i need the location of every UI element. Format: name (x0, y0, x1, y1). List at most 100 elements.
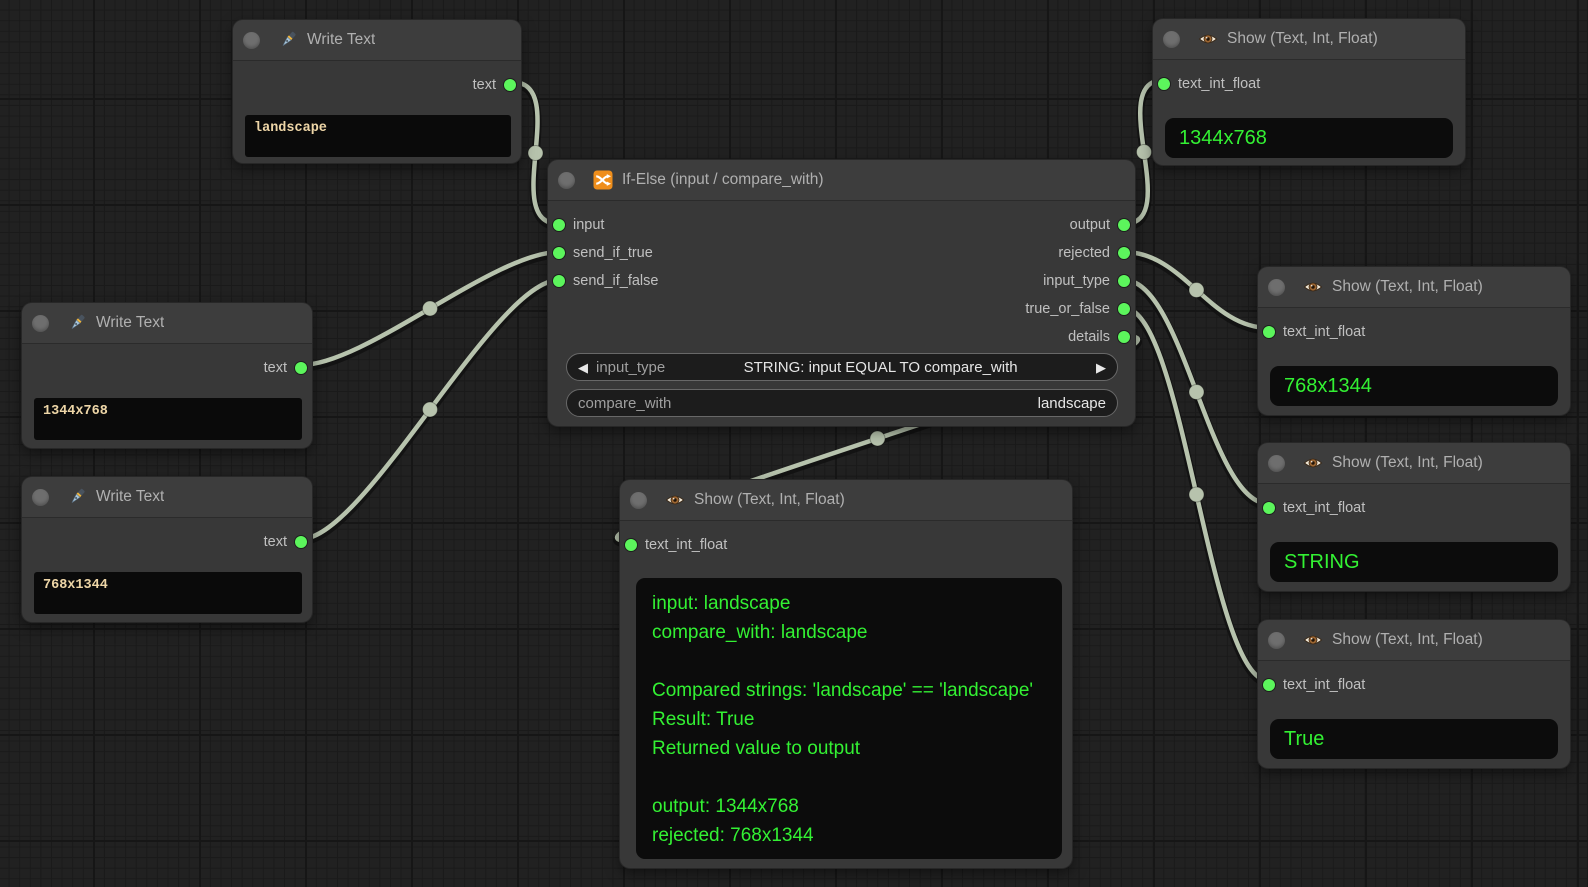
output-slot-true-or-false[interactable] (1118, 303, 1130, 315)
show-details-display: input: landscape compare_with: landscape… (636, 578, 1062, 859)
input-slot-text-int-float[interactable] (1158, 78, 1170, 90)
collapse-dot[interactable] (1268, 279, 1285, 296)
wire-midpoint-dot[interactable] (1189, 283, 1204, 298)
input-row: text_int_float (1258, 671, 1570, 699)
node-write-text-1[interactable]: Write Text text landscape (233, 20, 521, 163)
node-title: Write Text (96, 314, 164, 332)
collapse-dot[interactable] (243, 32, 260, 49)
eye-icon (1303, 630, 1323, 650)
compare-with-text-widget[interactable]: compare_with landscape (566, 389, 1118, 417)
input-slot-label: send_if_false (573, 273, 658, 289)
input-slot-text-int-float[interactable] (1263, 502, 1275, 514)
node-show-top-right[interactable]: Show (Text, Int, Float) text_int_float 1… (1153, 19, 1465, 165)
input-slot-text-int-float[interactable] (625, 539, 637, 551)
output-slot-label: input_type (1043, 273, 1110, 289)
text-value-input[interactable]: 768x1344 (34, 572, 302, 614)
combo-value: STRING: input EQUAL TO compare_with (673, 359, 1088, 376)
collapse-dot[interactable] (558, 172, 575, 189)
node-title-bar[interactable]: Show (Text, Int, Float) (1153, 19, 1465, 60)
node-show-right-1[interactable]: Show (Text, Int, Float) text_int_float 7… (1258, 267, 1570, 415)
show-value-display: True (1270, 719, 1558, 759)
collapse-dot[interactable] (32, 315, 49, 332)
wire-midpoint-dot[interactable] (423, 301, 438, 316)
input-slots: input send_if_true send_if_false (548, 211, 663, 351)
input-slot-label: send_if_true (573, 245, 653, 261)
output-row: text (22, 528, 312, 556)
show-value-display: 768x1344 (1270, 366, 1558, 406)
output-slot-details[interactable] (1118, 331, 1130, 343)
collapse-dot[interactable] (1268, 632, 1285, 649)
output-slot-label: text (264, 534, 287, 550)
input-slot-text-int-float[interactable] (1263, 679, 1275, 691)
node-title: Show (Text, Int, Float) (1227, 30, 1378, 48)
output-row: text (22, 354, 312, 382)
wire-midpoint-dot[interactable] (423, 402, 438, 417)
combo-label: input_type (596, 359, 665, 376)
text-widget-value: landscape (1038, 395, 1106, 412)
input-slot-label: text_int_float (1283, 500, 1365, 516)
combo-right-arrow-icon[interactable]: ▶ (1096, 361, 1106, 374)
input-row: text_int_float (1258, 494, 1570, 522)
wire-midpoint-dot[interactable] (1189, 385, 1204, 400)
wire-midpoint-dot[interactable] (528, 146, 543, 161)
eye-icon (1303, 277, 1323, 297)
input-slot-input[interactable] (553, 219, 565, 231)
node-title-bar[interactable]: Write Text (233, 20, 521, 61)
output-slot-rejected[interactable] (1118, 247, 1130, 259)
show-value-display: 1344x768 (1165, 118, 1453, 158)
node-title-bar[interactable]: Show (Text, Int, Float) (620, 480, 1072, 521)
output-slot-label: text (264, 360, 287, 376)
input-slot-send-if-true[interactable] (553, 247, 565, 259)
eye-icon (1198, 29, 1218, 49)
wire-midpoint-dot[interactable] (870, 431, 885, 446)
node-show-details[interactable]: Show (Text, Int, Float) text_int_float i… (620, 480, 1072, 868)
wire-midpoint-dot[interactable] (1137, 145, 1152, 160)
node-title-bar[interactable]: Show (Text, Int, Float) (1258, 443, 1570, 484)
input-type-combo-widget[interactable]: ◀ input_type STRING: input EQUAL TO comp… (566, 353, 1118, 381)
output-slot-input-type[interactable] (1118, 275, 1130, 287)
pen-icon (278, 30, 298, 50)
input-slot-label: text_int_float (1283, 324, 1365, 340)
text-value-input[interactable]: landscape (245, 115, 511, 157)
node-title: Show (Text, Int, Float) (1332, 631, 1483, 649)
output-slot-text[interactable] (295, 362, 307, 374)
output-slot-label: output (1070, 217, 1110, 233)
node-if-else[interactable]: If-Else (input / compare_with) input sen… (548, 160, 1135, 426)
node-show-right-3[interactable]: Show (Text, Int, Float) text_int_float T… (1258, 620, 1570, 768)
node-show-right-2[interactable]: Show (Text, Int, Float) text_int_float S… (1258, 443, 1570, 591)
collapse-dot[interactable] (630, 492, 647, 509)
node-write-text-3[interactable]: Write Text text 768x1344 (22, 477, 312, 622)
input-slot-label: text_int_float (1283, 677, 1365, 693)
collapse-dot[interactable] (32, 489, 49, 506)
text-widget-label: compare_with (578, 395, 671, 412)
combo-left-arrow-icon[interactable]: ◀ (578, 361, 588, 374)
wire-midpoint-dot[interactable] (1189, 487, 1204, 502)
input-slot-send-if-false[interactable] (553, 275, 565, 287)
node-graph-canvas[interactable]: Write Text text landscape Write Text tex… (0, 0, 1588, 887)
input-row: text_int_float (1258, 318, 1570, 346)
node-title: Show (Text, Int, Float) (1332, 454, 1483, 472)
pen-icon (67, 487, 87, 507)
output-slot-label: details (1068, 329, 1110, 345)
node-title-bar[interactable]: Show (Text, Int, Float) (1258, 620, 1570, 661)
collapse-dot[interactable] (1163, 31, 1180, 48)
input-row: text_int_float (1153, 70, 1465, 98)
input-slot-text-int-float[interactable] (1263, 326, 1275, 338)
output-row: text (233, 71, 521, 99)
node-title-bar[interactable]: Write Text (22, 477, 312, 518)
node-write-text-2[interactable]: Write Text text 1344x768 (22, 303, 312, 448)
pen-icon (67, 313, 87, 333)
output-slot-text[interactable] (504, 79, 516, 91)
node-title: If-Else (input / compare_with) (622, 171, 824, 189)
node-title-bar[interactable]: Show (Text, Int, Float) (1258, 267, 1570, 308)
collapse-dot[interactable] (1268, 455, 1285, 472)
node-title-bar[interactable]: If-Else (input / compare_with) (548, 160, 1135, 201)
input-row: text_int_float (620, 531, 1072, 559)
output-slot-output[interactable] (1118, 219, 1130, 231)
node-title-bar[interactable]: Write Text (22, 303, 312, 344)
eye-icon (665, 490, 685, 510)
input-slot-label: input (573, 217, 604, 233)
text-value-input[interactable]: 1344x768 (34, 398, 302, 440)
output-slot-text[interactable] (295, 536, 307, 548)
shuffle-icon (593, 170, 613, 190)
